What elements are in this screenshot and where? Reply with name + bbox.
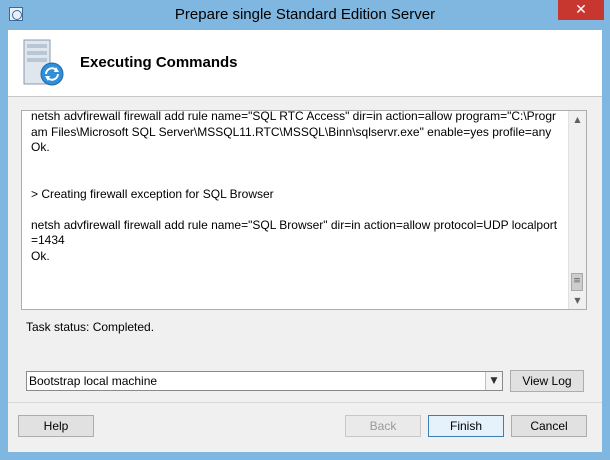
chevron-down-icon[interactable]: ▼ [485, 372, 502, 390]
wizard-header: Executing Commands [8, 30, 602, 97]
page-title: Executing Commands [80, 54, 238, 71]
help-button[interactable]: Help [18, 415, 94, 437]
log-selector-value: Bootstrap local machine [29, 374, 158, 388]
title-bar[interactable]: Prepare single Standard Edition Server ✕ [0, 0, 610, 30]
close-button[interactable]: ✕ [558, 0, 604, 20]
log-text: netsh advfirewall firewall add rule name… [31, 110, 558, 263]
footer-divider [8, 402, 602, 403]
scroll-up-arrow-icon[interactable]: ▲ [569, 111, 586, 128]
back-button[interactable]: Back [345, 415, 421, 437]
wizard-client-area: Executing Commands netsh advfirewall fir… [8, 30, 602, 452]
finish-button[interactable]: Finish [428, 415, 504, 437]
window-title: Prepare single Standard Edition Server [174, 6, 436, 23]
log-scrollbar[interactable]: ▲ ≡ ▼ [568, 111, 586, 309]
cancel-button[interactable]: Cancel [511, 415, 587, 437]
command-log-output[interactable]: netsh advfirewall firewall add rule name… [21, 110, 587, 310]
task-status: Task status: Completed. [26, 320, 155, 334]
setup-window: Prepare single Standard Edition Server ✕… [0, 0, 610, 460]
log-selector-dropdown[interactable]: Bootstrap local machine ▼ [26, 371, 503, 391]
view-log-button[interactable]: View Log [510, 370, 584, 392]
scroll-thumb[interactable]: ≡ [571, 273, 583, 291]
scroll-down-arrow-icon[interactable]: ▼ [569, 292, 586, 309]
server-refresh-icon [23, 39, 64, 86]
